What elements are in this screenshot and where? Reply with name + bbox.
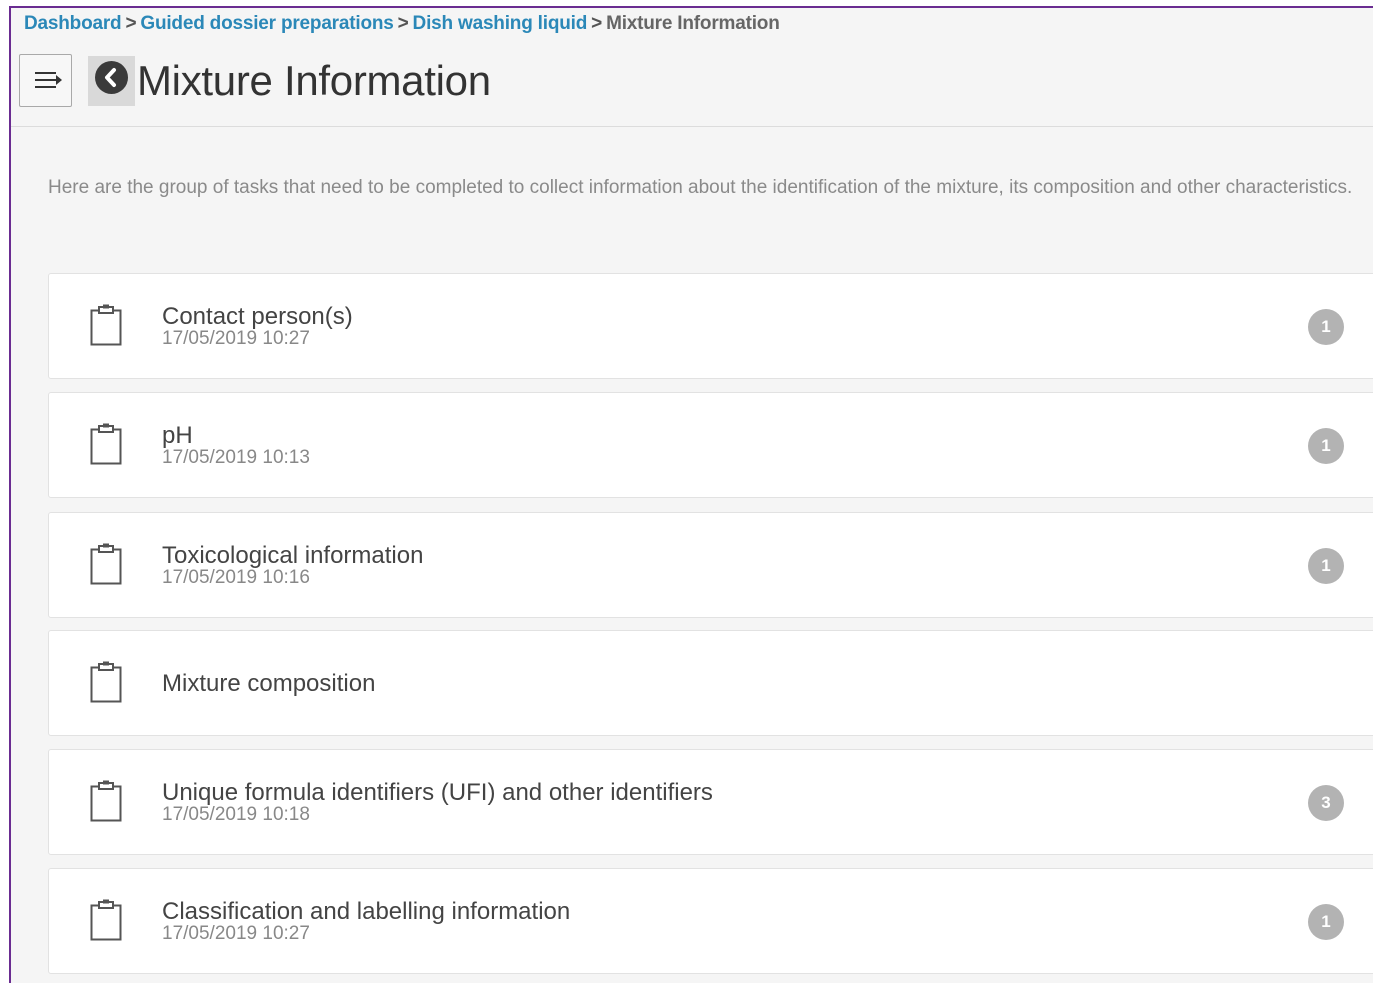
count-badge: 1 xyxy=(1308,309,1344,345)
task-date: 17/05/2019 10:13 xyxy=(162,447,310,468)
count-badge: 1 xyxy=(1308,904,1344,940)
task-date: 17/05/2019 10:16 xyxy=(162,567,310,588)
task-card-ufi-identifiers[interactable]: Unique formula identifiers (UFI) and oth… xyxy=(48,749,1373,855)
task-card-toxicological-information[interactable]: Toxicological information 17/05/2019 10:… xyxy=(48,512,1373,618)
task-title: Contact person(s) xyxy=(162,303,353,330)
task-title: Classification and labelling information xyxy=(162,898,571,925)
count-badge: 3 xyxy=(1308,785,1344,821)
chevron-left-circle-icon xyxy=(95,61,128,94)
task-card-classification-labelling[interactable]: Classification and labelling information… xyxy=(48,868,1373,974)
breadcrumb-separator: > xyxy=(591,13,603,34)
intro-text: Here are the group of tasks that need to… xyxy=(48,177,1353,198)
clipboard-icon xyxy=(90,304,122,351)
task-card-mixture-composition[interactable]: Mixture composition xyxy=(48,630,1373,736)
count-badge: 1 xyxy=(1308,548,1344,584)
app-frame: Dashboard > Guided dossier preparations > Di… xyxy=(9,6,1373,983)
task-date: 17/05/2019 10:27 xyxy=(162,923,310,944)
breadcrumb-dish-washing-liquid[interactable]: Dish washing liquid xyxy=(413,13,588,34)
breadcrumb-separator: > xyxy=(397,13,409,34)
breadcrumb-dashboard[interactable]: Dashboard xyxy=(24,13,122,34)
breadcrumb-separator: > xyxy=(125,13,137,34)
task-title: Toxicological information xyxy=(162,542,424,569)
task-date: 17/05/2019 10:18 xyxy=(162,804,310,825)
clipboard-icon xyxy=(90,661,122,708)
task-date: 17/05/2019 10:27 xyxy=(162,328,310,349)
header-divider xyxy=(11,126,1373,127)
clipboard-icon xyxy=(90,423,122,470)
count-badge: 1 xyxy=(1308,428,1344,464)
task-card-ph[interactable]: pH 17/05/2019 10:13 1 xyxy=(48,392,1373,498)
breadcrumb: Dashboard > Guided dossier preparations > Di… xyxy=(24,13,780,35)
task-title: Mixture composition xyxy=(162,670,376,697)
menu-toggle-button[interactable] xyxy=(19,54,72,107)
task-title: pH xyxy=(162,422,193,449)
breadcrumb-guided-dossier-preparations[interactable]: Guided dossier preparations xyxy=(140,13,393,34)
page-title: Mixture Information xyxy=(137,57,491,104)
breadcrumb-current: Mixture Information xyxy=(606,13,780,34)
back-button[interactable] xyxy=(88,56,135,106)
task-card-contact-persons[interactable]: Contact person(s) 17/05/2019 10:27 1 xyxy=(48,273,1373,379)
clipboard-icon xyxy=(90,899,122,946)
clipboard-icon xyxy=(90,543,122,590)
clipboard-icon xyxy=(90,780,122,827)
task-title: Unique formula identifiers (UFI) and oth… xyxy=(162,779,713,806)
